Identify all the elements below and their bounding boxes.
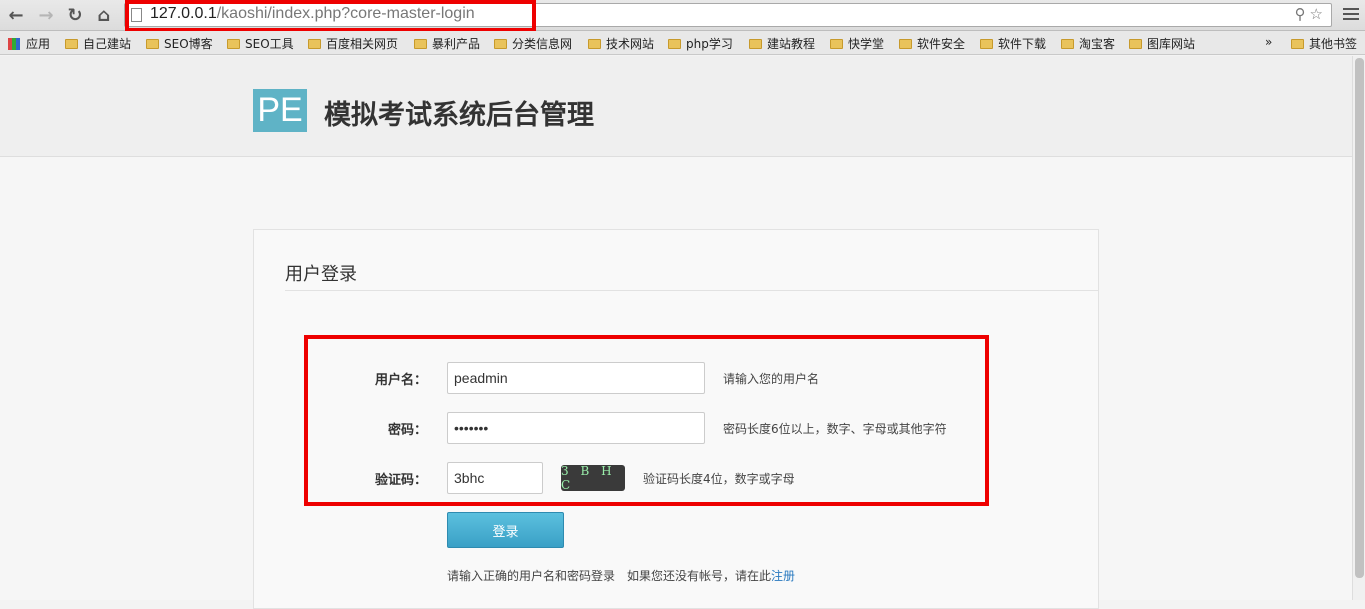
other-bookmarks[interactable]: 其他书签 <box>1291 35 1357 52</box>
zoom-star-icons[interactable]: ⚲☆ <box>1295 5 1327 23</box>
bookmark-item[interactable]: SEO博客 <box>146 35 213 52</box>
bookmark-item[interactable]: 技术网站 <box>588 35 654 52</box>
back-arrow-icon[interactable]: ← <box>5 4 27 26</box>
login-button[interactable]: 登录 <box>447 512 564 548</box>
folder-icon <box>1291 38 1304 49</box>
folder-icon <box>494 38 507 49</box>
bookmark-item[interactable]: 暴利产品 <box>414 35 480 52</box>
folder-icon <box>668 38 681 49</box>
bookmark-item[interactable]: 图库网站 <box>1129 35 1195 52</box>
folder-icon <box>830 38 843 49</box>
folder-icon <box>308 38 321 49</box>
bookmark-item[interactable]: 快学堂 <box>830 35 884 52</box>
folder-icon <box>146 38 159 49</box>
apps-grid-icon <box>8 37 20 50</box>
address-highlight-box <box>125 0 536 32</box>
bookmark-item[interactable]: 淘宝客 <box>1061 35 1115 52</box>
folder-icon <box>899 38 912 49</box>
bookmark-item[interactable]: 自己建站 <box>65 35 131 52</box>
bookmarks-bar: 应用 自己建站 SEO博客 SEO工具 百度相关网页 暴利产品 分类信息网 技术… <box>0 31 1365 55</box>
bookmark-apps[interactable]: 应用 <box>8 35 50 52</box>
folder-icon <box>588 38 601 49</box>
folder-icon <box>227 38 240 49</box>
bookmark-item[interactable]: 软件下载 <box>980 35 1046 52</box>
browser-menu-icon[interactable] <box>1343 6 1359 22</box>
bookmark-item[interactable]: SEO工具 <box>227 35 294 52</box>
bookmark-item[interactable]: 百度相关网页 <box>308 35 398 52</box>
bookmark-item[interactable]: php学习 <box>668 35 733 52</box>
folder-icon <box>749 38 762 49</box>
bookmark-item[interactable]: 软件安全 <box>899 35 965 52</box>
forward-arrow-icon[interactable]: → <box>35 4 57 26</box>
register-link[interactable]: 注册 <box>771 569 795 583</box>
bookmarks-overflow-button[interactable]: » <box>1265 35 1272 49</box>
home-icon[interactable]: ⌂ <box>93 4 115 26</box>
folder-icon <box>980 38 993 49</box>
folder-icon <box>414 38 427 49</box>
folder-icon <box>1129 38 1142 49</box>
site-title: 模拟考试系统后台管理 <box>324 100 594 131</box>
panel-title: 用户登录 <box>285 264 357 285</box>
form-highlight-box <box>304 335 989 506</box>
login-note: 请输入正确的用户名和密码登录 如果您还没有帐号，请在此注册 <box>447 569 796 583</box>
panel-divider <box>285 290 1098 291</box>
site-header: PE 模拟考试系统后台管理 <box>0 56 1352 157</box>
scrollbar-thumb[interactable] <box>1355 58 1364 578</box>
bookmark-item[interactable]: 分类信息网 <box>494 35 572 52</box>
reload-icon[interactable]: ↻ <box>64 4 86 26</box>
site-logo: PE <box>253 89 307 132</box>
vertical-scrollbar[interactable] <box>1352 56 1365 600</box>
folder-icon <box>65 38 78 49</box>
bookmark-item[interactable]: 建站教程 <box>749 35 815 52</box>
folder-icon <box>1061 38 1074 49</box>
page-content: PE 模拟考试系统后台管理 用户登录 用户名： peadmin 请输入您的用户名… <box>0 56 1352 609</box>
